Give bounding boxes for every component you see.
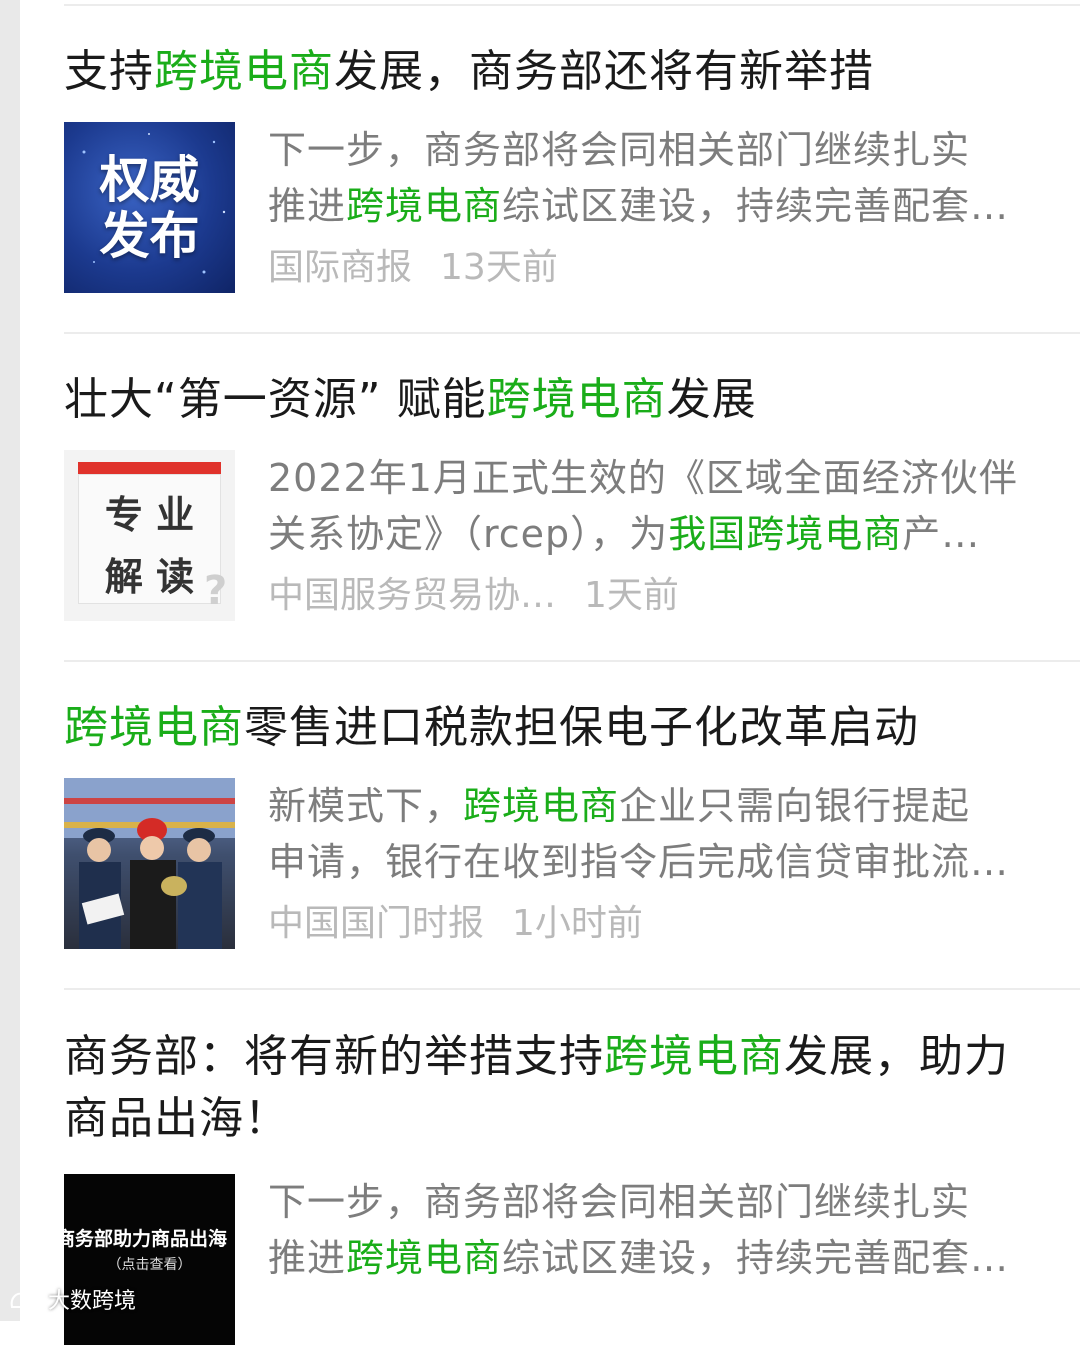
article-summary: 2022年1月正式生效的《区域全面经济伙伴 关系协定》（rcep），为我国跨境电… <box>268 450 1038 562</box>
text-segment: 零售进口税款担保电子化改革启动 <box>244 702 919 753</box>
text-segment: 申请，银行在收到指令后完成信贷审批流… <box>268 840 1010 884</box>
text-segment: 推进 <box>268 1236 347 1280</box>
article-meta: 中国国门时报 1小时前 <box>268 896 1038 952</box>
article-source: 中国服务贸易协… <box>268 575 557 616</box>
thumb-text: （点击查看） <box>107 1257 192 1273</box>
article-item[interactable]: 商务部：将有新的举措支持跨境电商发展，助力 商品出海！ 商务部助力商品出海 （点… <box>64 1026 1080 1345</box>
article-item[interactable]: 壮大“第一资源” 赋能跨境电商发展 专 业 解 读 ? 2022年1月正式生效的… <box>64 370 1080 624</box>
article-thumbnail[interactable]: 权威 发布 <box>64 122 235 293</box>
left-edge-strip <box>0 0 20 1321</box>
watermark-logo-icon <box>10 1290 42 1308</box>
question-mark-icon: ? <box>204 568 228 614</box>
article-summary: 下一步，商务部将会同相关部门继续扎实 推进跨境电商综试区建设，持续完善配套… <box>268 1174 1038 1286</box>
divider <box>64 660 1080 662</box>
text-segment: 综试区建设，持续完善配套… <box>502 184 1010 228</box>
search-results-feed: 支持跨境电商发展，商务部还将有新举措 权威 发布 下一步，商务部将会同相关部门继… <box>64 0 1080 1345</box>
article-thumbnail-video[interactable]: 商务部助力商品出海 （点击查看） <box>64 1174 235 1345</box>
text-segment: 发展，商务部还将有新举措 <box>334 46 874 97</box>
article-thumbnail-photo[interactable] <box>64 778 235 949</box>
thumb-text: 权威 <box>99 151 200 209</box>
article-summary: 下一步，商务部将会同相关部门继续扎实 推进跨境电商综试区建设，持续完善配套… <box>268 122 1038 234</box>
article-time: 1天前 <box>584 575 679 616</box>
article-thumbnail[interactable]: 专 业 解 读 ? <box>64 450 235 621</box>
text-segment: 综试区建设，持续完善配套… <box>502 1236 1010 1280</box>
article-title[interactable]: 商务部：将有新的举措支持跨境电商发展，助力 商品出海！ <box>64 1026 1080 1150</box>
article-time: 1小时前 <box>512 903 643 944</box>
keyword-highlight: 跨境电商 <box>154 46 334 97</box>
keyword-highlight: 我国跨境电商 <box>668 512 903 556</box>
text-segment: 发展 <box>666 374 757 425</box>
text-segment: 推进 <box>268 184 347 228</box>
watermark: 大数跨境 <box>8 1283 136 1315</box>
text-segment: 支持 <box>64 46 154 97</box>
text-segment: 商品出海！ <box>64 1093 289 1144</box>
keyword-highlight: 跨境电商 <box>64 702 244 753</box>
keyword-highlight: 跨境电商 <box>486 374 667 425</box>
text-segment: 新模式下， <box>268 784 464 828</box>
thumb-text: 发布 <box>99 207 200 265</box>
text-segment: 企业只需向银行提起 <box>619 784 971 828</box>
text-segment: 下一步，商务部将会同相关部门继续扎实 <box>268 128 971 172</box>
article-item[interactable]: 跨境电商零售进口税款担保电子化改革启动 新模式下，跨境电商企业只需向银行提起 申… <box>64 698 1080 952</box>
divider <box>64 332 1080 334</box>
article-time: 13天前 <box>440 247 558 288</box>
article-source: 国际商报 <box>268 247 413 288</box>
text-segment: 商务部：将有新的举措支持 <box>64 1031 604 1082</box>
article-summary: 新模式下，跨境电商企业只需向银行提起 申请，银行在收到指令后完成信贷审批流… <box>268 778 1038 890</box>
text-segment: 产… <box>902 512 981 556</box>
article-title[interactable]: 跨境电商零售进口税款担保电子化改革启动 <box>64 698 1080 758</box>
divider <box>64 4 1080 6</box>
keyword-highlight: 跨境电商 <box>346 1236 503 1280</box>
thumb-text: 专 业 <box>104 493 195 537</box>
red-bar <box>78 462 221 474</box>
article-title[interactable]: 支持跨境电商发展，商务部还将有新举措 <box>64 42 1080 102</box>
article-meta: 国际商报 13天前 <box>268 240 1038 296</box>
divider <box>64 988 1080 990</box>
article-item[interactable]: 支持跨境电商发展，商务部还将有新举措 权威 发布 下一步，商务部将会同相关部门继… <box>64 42 1080 296</box>
article-meta: 中国服务贸易协… 1天前 <box>268 568 1038 624</box>
thumb-text: 商务部助力商品出海 <box>64 1228 228 1250</box>
people-photo-icon <box>64 778 235 949</box>
article-source: 中国国门时报 <box>268 903 485 944</box>
text-segment: 壮大“第一资源” 赋能 <box>64 374 487 425</box>
keyword-highlight: 跨境电商 <box>604 1031 784 1082</box>
keyword-highlight: 跨境电商 <box>346 184 503 228</box>
article-title[interactable]: 壮大“第一资源” 赋能跨境电商发展 <box>64 370 1080 430</box>
text-segment: 发展，助力 <box>784 1031 1009 1082</box>
keyword-highlight: 跨境电商 <box>463 784 620 828</box>
text-segment: 2022年1月正式生效的《区域全面经济伙伴 <box>268 456 1018 500</box>
watermark-label: 大数跨境 <box>48 1289 137 1314</box>
text-segment: 关系协定》（rcep），为 <box>268 512 669 556</box>
text-segment: 下一步，商务部将会同相关部门继续扎实 <box>268 1180 971 1224</box>
